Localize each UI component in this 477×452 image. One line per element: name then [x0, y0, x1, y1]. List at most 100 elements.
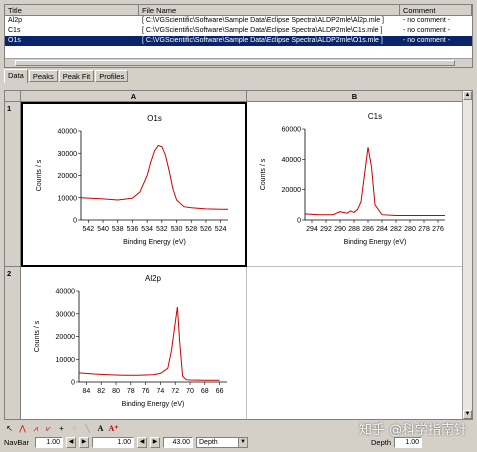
x-tick-label: 524 [215, 226, 227, 233]
chevron-down-icon[interactable]: ▼ [238, 438, 247, 447]
x-tick-label: 80 [112, 388, 120, 395]
y-tick-label: 40000 [282, 157, 302, 164]
file-row-al2p[interactable]: Al2p [ C:\VGScientific\Software\Sample D… [5, 16, 472, 26]
spin-down-icon[interactable]: ◀ [66, 437, 76, 448]
x-tick-label: 534 [141, 226, 153, 233]
file-name: [ C:\VGScientific\Software\Sample Data\E… [142, 17, 384, 24]
y-axis-label: Counts / s [34, 320, 41, 352]
x-tick-label: 526 [200, 226, 212, 233]
spectrum-line [78, 306, 220, 381]
column-header-b[interactable]: B [247, 91, 463, 102]
x-tick-label: 528 [185, 226, 197, 233]
navbar-value-1[interactable]: 1.00 [35, 437, 63, 448]
x-tick-label: 532 [156, 226, 168, 233]
y-axis-label: Counts / s [36, 159, 43, 191]
navbar-value-2[interactable]: 1.00 [92, 437, 134, 448]
add-icon[interactable]: + [56, 423, 67, 434]
x-tick-label: 82 [97, 388, 105, 395]
y-tick-label: 20000 [56, 334, 76, 341]
x-axis-label: Binding Energy (eV) [344, 239, 407, 246]
x-tick-label: 68 [201, 388, 209, 395]
cell-b1[interactable]: C1s 0 20000 40000 60000 294 292 290 288 286 284 282… [247, 102, 463, 267]
o1s-spectrum-chart: O1s010000200003000040000542 540 538 536 534 5… [36, 114, 228, 246]
peak-icon[interactable]: ⋀ [17, 423, 28, 434]
pointer-icon[interactable]: ↖ [4, 423, 15, 434]
spin-up-icon[interactable]: ▶ [150, 437, 160, 448]
x-tick-label: 536 [127, 226, 139, 233]
file-list[interactable]: Title File Name Comment Al2p [ C:\VGScie… [4, 4, 473, 68]
vertical-scrollbar[interactable]: ▲ ▼ [462, 91, 472, 419]
x-tick-label: 74 [157, 388, 165, 395]
row-header-1[interactable]: 1 [5, 102, 21, 267]
x-axis-label: Binding Energy (eV) [122, 401, 185, 408]
watermark: 知乎 @科学指南针 [358, 423, 467, 438]
peak-fit-icon[interactable]: ⩘ [30, 423, 41, 434]
x-tick-label: 278 [418, 226, 430, 233]
tab-peaks[interactable]: Peaks [28, 70, 58, 82]
spectra-grid[interactable]: A B 1 2 O1s 0 10000 20000 30000 40000 542 540 53… [4, 90, 473, 420]
y-tick-label: 40000 [58, 129, 78, 136]
x-tick-label: 66 [216, 388, 224, 395]
y-tick-label: 30000 [58, 151, 78, 158]
file-comment: - no comment - [403, 17, 451, 24]
tab-peak-fit[interactable]: Peak Fit [58, 70, 95, 82]
column-header-file-name[interactable]: File Name [139, 5, 400, 15]
chart-title: Al2p [145, 274, 162, 283]
x-axis-label: Binding Energy (eV) [123, 239, 186, 246]
depth-label: Depth [371, 438, 392, 447]
x-tick-label: 286 [362, 226, 374, 233]
horizontal-scrollbar[interactable] [5, 58, 472, 67]
cell-b2[interactable] [247, 267, 463, 419]
y-tick-label: 40000 [56, 289, 76, 296]
y-tick-label: 60000 [282, 127, 302, 134]
file-comment: - no comment - [403, 37, 451, 44]
peak-fit-icon[interactable]: ⩗ [43, 423, 54, 434]
x-tick-label: 78 [127, 388, 135, 395]
depth-select[interactable]: Depth ▼ [196, 437, 248, 448]
column-header-comment[interactable]: Comment [400, 5, 472, 15]
cell-a1[interactable]: O1s 0 10000 20000 30000 40000 542 540 538 536 534 5… [21, 102, 247, 267]
grid-icon[interactable]: ⁘ [69, 423, 80, 434]
x-tick-label: 292 [320, 226, 332, 233]
file-row-o1s[interactable]: O1s [ C:\VGScientific\Software\Sample Da… [5, 36, 472, 46]
x-tick-label: 540 [97, 226, 109, 233]
text-icon[interactable]: A [95, 423, 106, 434]
navbar-label: NavBar [4, 438, 30, 447]
x-tick-label: 284 [376, 226, 388, 233]
row-header-2[interactable]: 2 [5, 267, 21, 419]
column-header-a[interactable]: A [21, 91, 247, 102]
x-tick-label: 294 [306, 226, 318, 233]
depth-value[interactable]: 1.00 [394, 437, 423, 448]
file-name: [ C:\VGScientific\Software\Sample Data\E… [142, 37, 383, 44]
tab-data[interactable]: Data [4, 69, 28, 83]
y-tick-label: 20000 [282, 187, 302, 194]
file-title: O1s [8, 37, 21, 44]
cell-a2[interactable]: Al2p 0 10000 20000 30000 40000 84 82 80 78 76 74 72 7… [21, 267, 247, 419]
y-axis-label: Counts / s [260, 158, 267, 190]
scroll-down-icon[interactable]: ▼ [463, 410, 472, 419]
y-tick-label: 20000 [58, 173, 78, 180]
y-tick-label: 10000 [56, 357, 76, 364]
spectrum-line [304, 147, 445, 216]
text-add-icon[interactable]: A⁺ [108, 423, 119, 434]
x-tick-label: 538 [112, 226, 124, 233]
tab-bar: Data Peaks Peak Fit Profiles [4, 69, 129, 84]
file-title: Al2p [8, 17, 23, 24]
file-comment: - no comment - [403, 27, 451, 34]
file-name: [ C:\VGScientific\Software\Sample Data\E… [142, 27, 383, 34]
spin-down-icon[interactable]: ◀ [137, 437, 147, 448]
chart-title: O1s [147, 114, 162, 123]
scrollbar-thumb[interactable] [15, 60, 455, 66]
grid-corner[interactable] [5, 91, 21, 102]
x-tick-label: 530 [171, 226, 183, 233]
spin-up-icon[interactable]: ▶ [79, 437, 89, 448]
x-tick-label: 288 [348, 226, 360, 233]
c1s-spectrum-chart: C1s 0 20000 40000 60000 294 292 290 288 286 284 282… [260, 112, 445, 246]
scroll-up-icon[interactable]: ▲ [463, 91, 472, 100]
tab-profiles[interactable]: Profiles [95, 70, 129, 82]
x-tick-label: 72 [171, 388, 179, 395]
line-icon[interactable]: ╲ [82, 423, 93, 434]
file-row-c1s[interactable]: C1s [ C:\VGScientific\Software\Sample Da… [5, 26, 472, 36]
column-header-title[interactable]: Title [5, 5, 139, 15]
x-tick-label: 84 [83, 388, 91, 395]
